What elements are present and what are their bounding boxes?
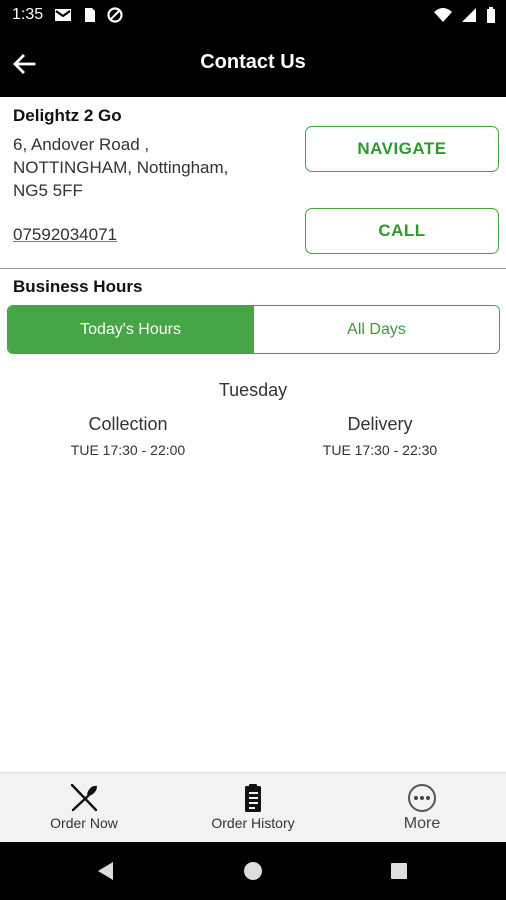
nav-order-history[interactable]: Order History (169, 773, 337, 843)
hours-tab-group: Today's Hours All Days (7, 305, 500, 354)
clipboard-icon (245, 784, 261, 812)
fork-knife-icon (70, 783, 98, 812)
nav-order-history-label: Order History (211, 815, 295, 831)
system-recents-icon[interactable] (387, 859, 411, 883)
section-divider (0, 268, 506, 269)
address-line-2: NOTTINGHAM, Nottingham, (13, 158, 229, 177)
status-bar: 1:35 (0, 0, 506, 30)
more-circle-icon (408, 784, 436, 812)
data-saver-icon (107, 7, 123, 23)
address-line-1: 6, Andover Road , (13, 135, 150, 154)
wifi-icon (434, 8, 452, 22)
business-name: Delightz 2 Go (13, 106, 122, 125)
nav-more-label: More (403, 815, 441, 832)
nav-order-now[interactable]: Order Now (0, 773, 168, 843)
system-nav-bar (0, 842, 506, 900)
tab-all-days[interactable]: All Days (253, 306, 499, 353)
collection-time: TUE 17:30 - 22:00 (70, 442, 186, 458)
phone-number-link[interactable]: 07592034071 (13, 225, 117, 245)
sim-icon (85, 8, 95, 22)
nav-order-now-label: Order Now (50, 815, 118, 831)
nav-more[interactable]: More (338, 773, 506, 843)
tab-todays-hours[interactable]: Today's Hours (8, 306, 253, 353)
collection-label: Collection (88, 414, 168, 434)
battery-icon (487, 7, 495, 23)
business-hours-heading: Business Hours (13, 277, 143, 296)
system-back-icon[interactable] (94, 859, 118, 883)
bottom-nav: Order Now Order History More (0, 772, 506, 843)
delivery-time: TUE 17:30 - 22:30 (322, 442, 438, 458)
status-time: 1:35 (12, 6, 44, 23)
address-line-3: NG5 5FF (13, 181, 83, 200)
signal-icon (462, 8, 476, 22)
call-button[interactable]: CALL (305, 208, 499, 254)
page-title: Contact Us (200, 51, 306, 73)
gmail-icon (55, 9, 71, 21)
app-bar: Contact Us (0, 30, 506, 97)
current-day: Tuesday (218, 380, 288, 400)
system-home-icon[interactable] (241, 859, 265, 883)
navigate-button[interactable]: NAVIGATE (305, 126, 499, 172)
delivery-label: Delivery (347, 414, 413, 434)
